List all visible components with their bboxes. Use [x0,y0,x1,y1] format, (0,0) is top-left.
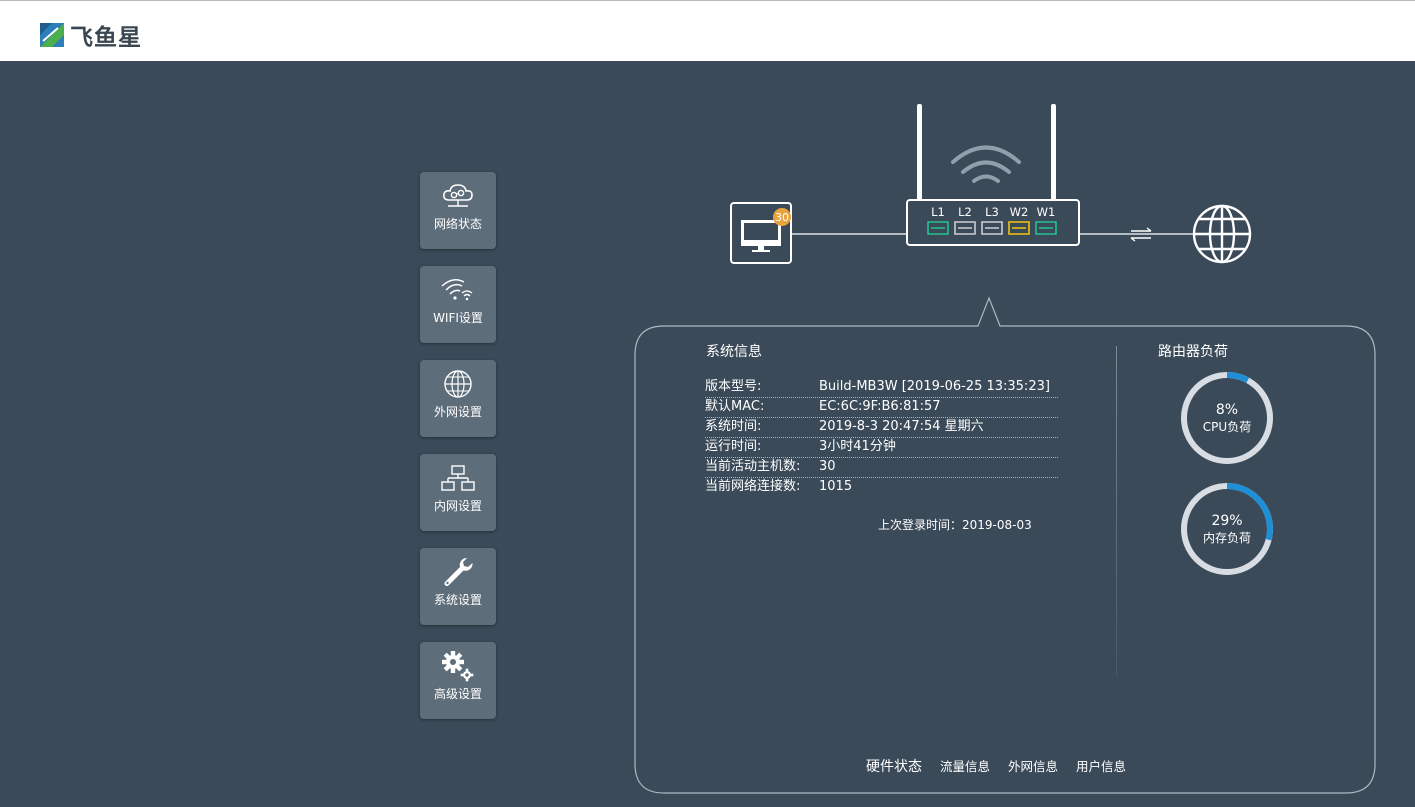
nav-label: 外网设置 [434,403,482,420]
cpu-percent: 8% [1216,402,1238,419]
info-key: 版本型号: [705,378,819,397]
info-key: 当前网络连接数: [705,478,819,498]
router-antenna [917,104,922,200]
panel-tabs: 硬件状态 流量信息 外网信息 用户信息 [866,756,1144,776]
router-antenna [1051,104,1056,200]
globe-icon [442,369,474,399]
panel-divider [1116,346,1117,676]
svg-text:L1: L1 [931,205,945,219]
memory-percent: 29% [1211,513,1242,530]
nav-label: WIFI设置 [433,309,483,326]
info-value: Build-MB3W [2019-06-25 13:35:23] [819,378,1058,397]
nav-wan-settings-button[interactable]: 外网设置 [420,360,496,437]
nav-label: 系统设置 [434,591,482,608]
info-key: 系统时间: [705,418,819,437]
info-value: 1015 [819,478,1058,498]
svg-text:W2: W2 [1010,205,1029,219]
tab-hardware-status[interactable]: 硬件状态 [866,756,922,776]
memory-load-gauge: 29% 内存负荷 [1179,481,1275,577]
tab-user-info[interactable]: 用户信息 [1076,756,1126,775]
port-w1: W1 [1036,205,1056,234]
lan-tree-icon [440,464,476,492]
svg-text:L2: L2 [958,205,972,219]
info-value: 3小时41分钟 [819,438,1058,457]
port-l1: L1 [928,205,948,234]
info-value: 30 [819,458,1058,477]
info-value: 2019-8-3 20:47:54 星期六 [819,418,1058,437]
tab-traffic-info[interactable]: 流量信息 [940,756,990,775]
system-info-table: 版本型号: Build-MB3W [2019-06-25 13:35:23] 默… [705,378,1058,498]
info-key: 运行时间: [705,438,819,457]
port-w2: W2 [1009,205,1029,234]
monitor-icon [741,220,781,252]
client-device[interactable]: 30 [731,203,791,263]
system-info-title: 系统信息 [706,341,762,361]
wrench-icon [441,555,475,589]
info-value: EC:6C:9F:B6:81:57 [819,398,1058,417]
nav-label: 高级设置 [434,685,482,702]
cpu-label: CPU负荷 [1203,419,1251,435]
svg-text:W1: W1 [1037,205,1056,219]
nav-system-settings-button[interactable]: 系统设置 [420,548,496,625]
info-row-mac: 默认MAC: EC:6C:9F:B6:81:57 [705,398,1058,418]
info-row-connections: 当前网络连接数: 1015 [705,478,1058,498]
info-key: 默认MAC: [705,398,819,417]
info-row-system-time: 系统时间: 2019-8-3 20:47:54 星期六 [705,418,1058,438]
info-row-uptime: 运行时间: 3小时41分钟 [705,438,1058,458]
network-topology: 30 L1 L2 L3 W2 W1 [0,0,1415,300]
internet-globe-icon[interactable] [1194,206,1250,262]
info-row-active-hosts: 当前活动主机数: 30 [705,458,1058,478]
last-login-time: 上次登录时间：2019-08-03 [878,516,1032,533]
router-load-title: 路由器负荷 [1158,341,1228,361]
gears-icon [440,649,476,683]
port-l3: L3 [982,205,1002,234]
router-wifi-signal-icon [953,148,1019,182]
svg-text:L3: L3 [985,205,999,219]
info-key: 当前活动主机数: [705,458,819,477]
nav-lan-settings-button[interactable]: 内网设置 [420,454,496,531]
client-count: 30 [775,211,789,224]
nav-advanced-settings-button[interactable]: 高级设置 [420,642,496,719]
nav-label: 内网设置 [434,497,482,514]
tab-wan-info[interactable]: 外网信息 [1008,756,1058,775]
info-row-version: 版本型号: Build-MB3W [2019-06-25 13:35:23] [705,378,1058,398]
port-l2: L2 [955,205,975,234]
memory-label: 内存负荷 [1203,530,1251,546]
cpu-load-gauge: 8% CPU负荷 [1179,370,1275,466]
router-device[interactable]: L1 L2 L3 W2 W1 [907,104,1079,245]
